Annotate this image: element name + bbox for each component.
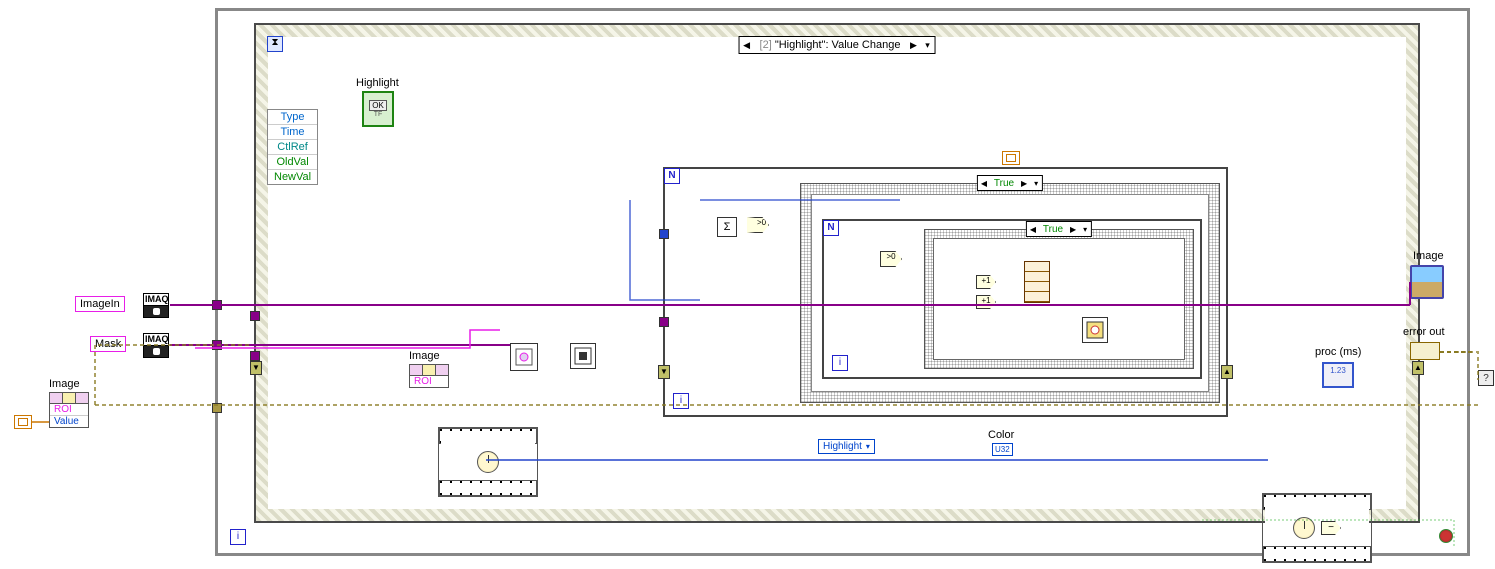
broken-run-text: ?: [1483, 373, 1489, 384]
highlight-ring-text: Highlight: [823, 441, 862, 452]
mask-control[interactable]: Mask: [90, 336, 126, 352]
case-next-1[interactable]: ▶: [1018, 179, 1030, 188]
tick-count-icon-2: [1293, 517, 1315, 539]
color-u32-terminal[interactable]: U32: [992, 443, 1013, 456]
imagein-label: ImageIn: [80, 298, 120, 310]
event-structure: ⧗ ◀ [2] "Highlight": Value Change ▶ ▾ Ty…: [254, 23, 1420, 523]
case-inner-label: True: [1039, 224, 1067, 235]
inner-refnum-constant: [1002, 151, 1020, 165]
subtract-node[interactable]: −: [1321, 521, 1341, 535]
num-ind-text: 1.23: [1330, 366, 1346, 375]
evdata-oldval: OldVal: [268, 155, 317, 170]
proc-ms-indicator[interactable]: 1.23: [1322, 362, 1354, 388]
case-outer-label: True: [990, 178, 1018, 189]
event-timeout-terminal: ⧗: [267, 36, 283, 52]
mask-imaq-terminal: IMAQ: [143, 333, 169, 358]
propnode-image-label: Image: [409, 350, 440, 362]
prop-row-roi-2[interactable]: ROI: [410, 376, 448, 387]
case-drop-2[interactable]: ▾: [1079, 225, 1091, 234]
imaq-text-2: IMAQ: [144, 334, 168, 346]
overlay-roi-vi[interactable]: [1082, 317, 1108, 343]
while-loop-stop-terminal[interactable]: [1439, 529, 1453, 543]
while-loop: i ⧗ ◀ [2] "Highlight": Value Change ▶ ▾ …: [215, 8, 1470, 556]
gt0-inner-node[interactable]: >0: [880, 251, 902, 267]
event-name: "Highlight": Value Change: [775, 39, 901, 51]
event-data-node[interactable]: Type Time CtlRef OldVal NewVal: [267, 109, 318, 185]
image-property-node[interactable]: ROI Value: [49, 392, 89, 428]
case-prev-1[interactable]: ◀: [978, 179, 990, 188]
evdata-newval: NewVal: [268, 170, 317, 184]
outer-for-n: N: [664, 168, 680, 184]
outer-case-structure: ◀ True ▶ ▾ N i: [800, 183, 1220, 403]
image-roi-propnode[interactable]: ROI: [409, 364, 449, 388]
broken-run-arrow[interactable]: ?: [1478, 370, 1494, 386]
proc-ms-label: proc (ms): [1315, 346, 1361, 358]
inner-case-selector[interactable]: ◀ True ▶ ▾: [1026, 221, 1092, 237]
u32-text: U32: [995, 445, 1010, 454]
prop-image-label: Image: [49, 378, 80, 390]
control-refnum-constant: [14, 415, 32, 429]
prop-row-roi[interactable]: ROI: [50, 404, 88, 416]
evdata-type: Type: [268, 110, 317, 125]
while-loop-i-terminal: i: [230, 529, 246, 545]
gt0-node[interactable]: >0: [747, 217, 769, 233]
imaq-text-1: IMAQ: [144, 294, 168, 306]
prop-row-value[interactable]: Value: [50, 416, 88, 427]
mask-vi[interactable]: [570, 343, 596, 369]
outer-case-selector[interactable]: ◀ True ▶ ▾: [977, 175, 1043, 191]
error-out-label: error out: [1403, 326, 1445, 338]
timing-seq-frame-start: [438, 427, 538, 497]
event-case-selector[interactable]: ◀ [2] "Highlight": Value Change ▶ ▾: [739, 36, 936, 54]
image-indicator[interactable]: [1410, 265, 1444, 299]
highlight-terminal-label: Highlight: [356, 77, 399, 89]
bundle-node[interactable]: [1024, 261, 1050, 303]
case-prev-2[interactable]: ◀: [1027, 225, 1039, 234]
event-next-arrow[interactable]: ▶: [906, 40, 920, 51]
sum-node[interactable]: Σ: [717, 217, 737, 237]
tick-count-icon: [477, 451, 499, 473]
error-out-terminal[interactable]: [1410, 342, 1440, 360]
case-drop-1[interactable]: ▾: [1030, 179, 1042, 188]
color-label: Color: [988, 429, 1014, 441]
imagein-control[interactable]: ImageIn: [75, 296, 125, 312]
outer-for-loop: N i Σ >0 ▼ ▲ ◀ True ▶ ▾: [663, 167, 1228, 417]
event-index: [2]: [760, 39, 772, 51]
highlight-ring-constant[interactable]: Highlight: [818, 439, 875, 454]
evdata-ctlref: CtlRef: [268, 140, 317, 155]
event-dropdown-arrow[interactable]: ▾: [920, 40, 934, 51]
inner-for-loop: N i >0 ◀ True ▶: [822, 219, 1202, 379]
inner-case-structure: ◀ True ▶ ▾ +1: [924, 229, 1194, 369]
event-prev-arrow[interactable]: ◀: [740, 40, 754, 51]
extract-roi-vi[interactable]: [510, 343, 538, 371]
increment-node-2[interactable]: +1: [976, 295, 996, 309]
imagein-imaq-terminal: IMAQ: [143, 293, 169, 318]
ok-text: OK: [369, 100, 387, 111]
inner-for-n: N: [823, 220, 839, 236]
inner-for-i: i: [832, 355, 848, 371]
case-next-2[interactable]: ▶: [1067, 225, 1079, 234]
mask-label: Mask: [95, 338, 121, 350]
image-out-label: Image: [1413, 250, 1444, 262]
highlight-boolean-terminal[interactable]: OK TF: [362, 91, 394, 127]
outer-for-i: i: [673, 393, 689, 409]
evdata-time: Time: [268, 125, 317, 140]
increment-node-1[interactable]: +1: [976, 275, 996, 289]
timing-seq-frame-end: −: [1262, 493, 1372, 563]
